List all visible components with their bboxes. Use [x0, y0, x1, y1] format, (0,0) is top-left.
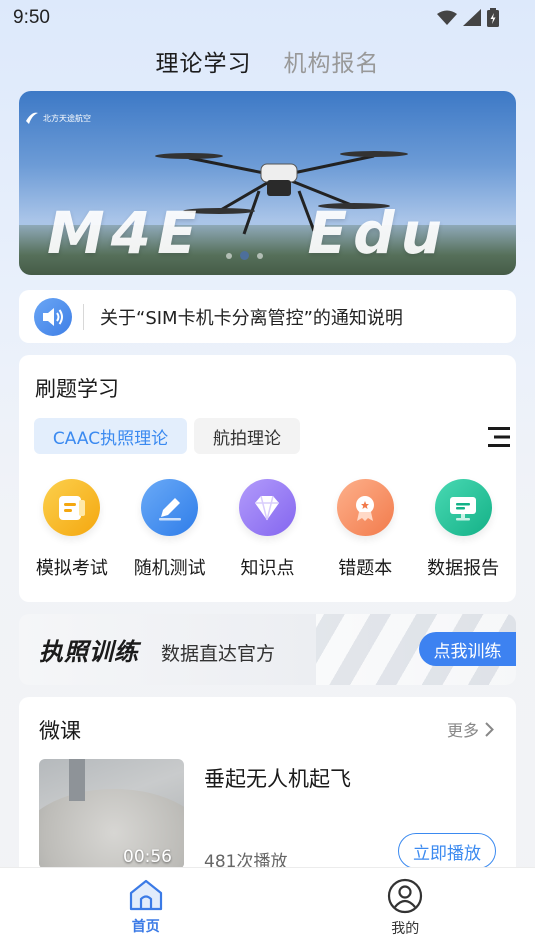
banner-brand-text: 北方天途航空: [43, 113, 91, 123]
chevron-right-icon: [485, 721, 494, 737]
battery-icon: [487, 8, 499, 27]
banner-brand: 北方天途航空: [25, 111, 91, 125]
speaker-icon: [34, 297, 72, 336]
status-icons: [437, 8, 499, 27]
signal-icon: [463, 9, 481, 26]
feature-label: 模拟考试: [35, 558, 108, 579]
list-menu-icon[interactable]: [488, 426, 512, 448]
badge-icon: [336, 479, 394, 536]
more-link[interactable]: 更多: [447, 717, 494, 741]
chip-aerial-photo-theory[interactable]: 航拍理论: [194, 418, 300, 454]
feature-wrong-answers[interactable]: 错题本: [317, 479, 413, 580]
nav-label-home: 首页: [131, 919, 160, 935]
license-subtitle: 数据直达官方: [161, 643, 276, 665]
license-title: 执照训练: [39, 638, 139, 666]
feature-grid: 模拟考试 随机测试 知识点 错题本 数据报告: [19, 479, 516, 580]
exam-paper-icon: [43, 479, 101, 536]
nav-profile[interactable]: 我的: [276, 868, 535, 951]
course-thumbnail[interactable]: 00:56: [39, 759, 184, 869]
micro-course-title: 微课: [39, 719, 81, 743]
pencil-icon: [141, 479, 199, 536]
user-profile-icon: [388, 878, 423, 914]
home-icon: [129, 879, 162, 911]
status-bar: 9:50: [0, 0, 535, 36]
status-time: 9:50: [13, 7, 50, 28]
diamond-icon: [238, 479, 296, 536]
more-label: 更多: [446, 721, 479, 740]
license-training-banner[interactable]: 执照训练 数据直达官方 点我训练: [19, 614, 516, 685]
feature-random-test[interactable]: 随机测试: [122, 479, 218, 580]
brand-logo-icon: [26, 112, 38, 124]
notice-divider: [83, 303, 84, 330]
top-tabs: 理论学习 机构报名: [0, 44, 535, 78]
feature-mock-exam[interactable]: 模拟考试: [24, 479, 120, 580]
notice-bar[interactable]: 关于“SIM卡机卡分离管控”的通知说明: [19, 290, 516, 343]
nav-label-profile: 我的: [391, 921, 420, 937]
feature-knowledge-point[interactable]: 知识点: [219, 479, 315, 580]
course-duration: 00:56: [123, 847, 172, 867]
banner-pagination: [226, 251, 263, 260]
course-name[interactable]: 垂起无人机起飞: [204, 763, 351, 793]
pagination-dot[interactable]: [226, 252, 232, 259]
train-now-button[interactable]: 点我训练: [419, 632, 516, 666]
play-now-button[interactable]: 立即播放: [398, 833, 496, 869]
feature-label: 数据报告: [427, 558, 500, 579]
chip-caac-license-theory[interactable]: CAAC执照理论: [34, 418, 187, 454]
feature-label: 知识点: [240, 558, 295, 579]
tab-theory-study[interactable]: 理论学习: [156, 44, 252, 78]
notice-text: 关于“SIM卡机卡分离管控”的通知说明: [100, 307, 403, 329]
pagination-dot[interactable]: [257, 252, 263, 259]
practice-title: 刷题学习: [35, 377, 119, 401]
wifi-icon: [437, 10, 457, 25]
practice-card: 刷题学习 CAAC执照理论 航拍理论 模拟考试 随机测试 知识点 错题本 数据报…: [19, 355, 516, 602]
tab-institution-signup[interactable]: 机构报名: [284, 44, 380, 78]
micro-course-card: 微课 更多 00:56 垂起无人机起飞 481次播放 立即播放: [19, 697, 516, 887]
feature-data-report[interactable]: 数据报告: [415, 479, 511, 580]
feature-label: 随机测试: [133, 558, 206, 579]
monitor-icon: [434, 479, 492, 536]
nav-home[interactable]: 首页: [0, 868, 276, 951]
pagination-dot-active[interactable]: [240, 251, 249, 260]
feature-label: 错题本: [338, 558, 393, 579]
bottom-nav: 首页 我的: [0, 867, 535, 951]
promo-banner[interactable]: 北方天途航空 M4E Edu: [19, 91, 516, 275]
